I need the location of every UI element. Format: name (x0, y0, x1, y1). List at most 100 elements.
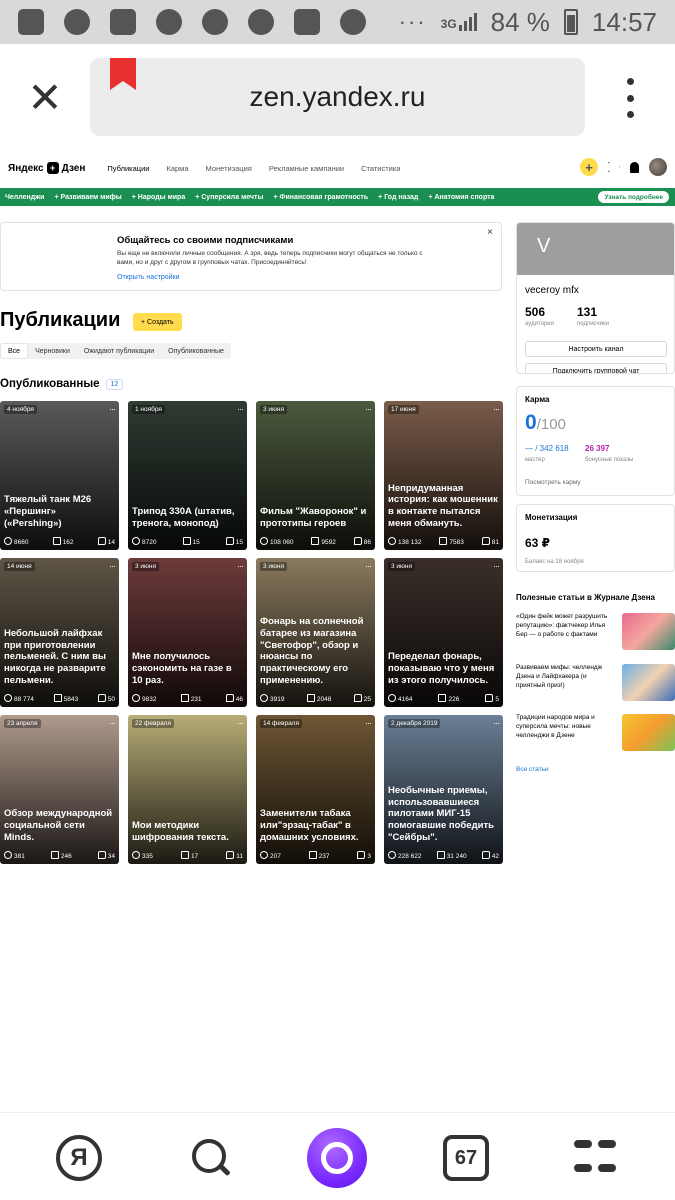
publication-card[interactable]: 4 ноября ··· Тяжелый танк М26 «Першинг» («… (0, 401, 119, 550)
challenge-item[interactable]: + Анатомия спорта (428, 194, 494, 201)
card-title: Небольшой лайфхак при приготовлении пель… (4, 627, 107, 687)
more-icon[interactable]: ··· (109, 561, 116, 571)
reads-count: 9592 (311, 537, 335, 546)
close-icon[interactable]: ✕ (22, 74, 68, 121)
avatar[interactable] (649, 158, 667, 176)
nav-publications[interactable]: Публикации (107, 164, 149, 173)
journal-item[interactable]: Традиции народов мира и суперсила мечты:… (516, 714, 675, 754)
nav-ad-campaigns[interactable]: Рекламные кампании (269, 164, 344, 173)
close-icon[interactable]: × (487, 227, 493, 238)
more-icon[interactable]: ··· (237, 404, 244, 414)
card-title: Непридуманная история: как мошенник в ко… (388, 482, 498, 530)
create-button[interactable]: + Создать (133, 313, 182, 331)
more-icon[interactable]: ··· (109, 718, 116, 728)
all-articles-link[interactable]: Все статьи (516, 766, 549, 773)
bookmark-icon[interactable] (110, 58, 136, 90)
publication-card[interactable]: 22 февраля ··· Мои методики шифрования тек… (128, 715, 247, 864)
publication-card[interactable]: 23 апреля ··· Обзор международной социальн… (0, 715, 119, 864)
more-icon[interactable]: ··· (493, 561, 500, 571)
views-count: 9832 (132, 694, 156, 703)
card-title: Обзор международной социальной сети Mind… (4, 808, 113, 844)
more-icon[interactable]: ··· (237, 561, 244, 571)
challenge-item[interactable]: + Финансовая грамотность (273, 194, 368, 201)
comments-count: 50 (98, 694, 115, 703)
publication-card[interactable]: 2 декабря 2019 ··· Необычные приемы, испол… (384, 715, 503, 864)
add-icon[interactable]: + (580, 158, 598, 176)
channel-avatar-letter: V (537, 235, 551, 257)
publication-card[interactable]: 3 июня ··· Фильм "Жаворонок" и прототипы г… (256, 401, 375, 550)
publication-card[interactable]: 14 февраля ··· Заменители табака или"эрзац… (256, 715, 375, 864)
journal-item-text: Традиции народов мира и суперсила мечты:… (516, 714, 595, 739)
zen-logo[interactable]: Яндекс + Дзен (8, 162, 85, 174)
views-count: 138 132 (388, 537, 422, 546)
comments-count: 46 (226, 694, 243, 703)
channel-settings-button[interactable]: Настроить канал (525, 341, 667, 357)
views-count: 8720 (132, 537, 156, 546)
publication-card[interactable]: 17 июня ··· Непридуманная история: как мош… (384, 401, 503, 550)
card-title: Фильм "Жаворонок" и прототипы героев (260, 506, 367, 530)
signal-icon (458, 13, 477, 31)
reads-count: 31 240 (437, 851, 467, 860)
tabs-count: 67 (454, 1146, 478, 1169)
journal-item[interactable]: Развиваем мифы: челлендж Дзена и Лайфхак… (516, 664, 675, 704)
logo-suffix: Дзен (61, 162, 86, 174)
more-icon[interactable]: ··· (365, 561, 372, 571)
subscribers-label: подписчики (577, 321, 609, 327)
karma-panel: Карма 0/100 — / 342 618 мастер 26 397 бо… (516, 386, 675, 496)
comments-count: 5 (485, 694, 499, 703)
more-icon[interactable]: ··· (109, 404, 116, 414)
filter-published[interactable]: Опубликованные (161, 343, 231, 359)
publication-card[interactable]: 3 июня ··· Переделал фонарь, показываю что… (384, 558, 503, 707)
card-date: 17 июня (388, 405, 419, 414)
address-bar[interactable]: zen.yandex.ru (90, 58, 585, 136)
learn-more-button[interactable]: Узнать подробнее (598, 191, 669, 203)
bell-icon[interactable] (630, 161, 639, 173)
karma-title: Карма (525, 395, 550, 404)
apps-grid-icon[interactable] (572, 1135, 618, 1181)
group-chat-button[interactable]: Подключить групповой чат (525, 363, 667, 373)
card-date: 4 ноября (4, 405, 37, 414)
card-stats: 228 622 31 240 42 (388, 851, 499, 860)
more-icon[interactable]: ··· (493, 404, 500, 414)
nav-monetization[interactable]: Монетизация (206, 164, 252, 173)
comments-count: 11 (226, 851, 243, 860)
more-icon[interactable]: ··· (237, 718, 244, 728)
journal-item[interactable]: «Один фейк может разрушить репутацию»: ф… (516, 613, 675, 653)
view-karma-link[interactable]: Посмотреть карму (525, 479, 581, 486)
more-icon[interactable]: ··· (365, 718, 372, 728)
publication-card[interactable]: 3 июня ··· Фонарь на солнечной батарее из … (256, 558, 375, 707)
more-icon[interactable]: ··· (493, 718, 500, 728)
filter-all[interactable]: Все (0, 343, 29, 359)
challenge-item[interactable]: + Суперсила мечты (195, 194, 263, 201)
challenge-item[interactable]: + Год назад (378, 194, 418, 201)
more-icon[interactable]: ··· (365, 404, 372, 414)
publication-card[interactable]: 3 июня ··· Мне получилось сэкономить на га… (128, 558, 247, 707)
nav-karma[interactable]: Карма (166, 164, 188, 173)
nav-statistics[interactable]: Статистика (361, 164, 400, 173)
globe-icon (340, 9, 366, 35)
open-settings-link[interactable]: Открыть настройки (117, 274, 180, 281)
challenge-item[interactable]: + Развиваем мифы (54, 194, 121, 201)
filter-pending[interactable]: Ожидают публикации (77, 343, 161, 359)
challenge-item[interactable]: + Народы мира (132, 194, 185, 201)
card-date: 2 декабря 2019 (388, 719, 441, 728)
published-heading: Опубликованные 12 (0, 378, 124, 390)
yandex-icon[interactable]: Я (56, 1135, 102, 1181)
zen-logo-icon: + (46, 162, 59, 174)
filter-drafts[interactable]: Черновики (28, 343, 77, 359)
journal-item-text: «Один фейк может разрушить репутацию»: ф… (516, 613, 608, 638)
tabs-icon[interactable]: 67 (443, 1135, 489, 1181)
publication-card[interactable]: 1 ноября ··· Трипод 330А (штатив, тренога,… (128, 401, 247, 550)
journal-image (622, 714, 675, 751)
views-count: 88 774 (4, 694, 34, 703)
channel-name[interactable]: veceroy mfx (525, 285, 579, 296)
alice-icon[interactable] (307, 1128, 367, 1188)
reads-count: 231 (181, 694, 202, 703)
send-icon[interactable] (608, 162, 620, 172)
search-icon[interactable] (186, 1135, 232, 1181)
audience-count: 506 (525, 305, 546, 319)
publication-grid: 4 ноября ··· Тяжелый танк М26 «Першинг» («… (0, 401, 503, 864)
browser-menu-icon[interactable] (618, 78, 642, 118)
journal-item-text: Развиваем мифы: челлендж Дзена и Лайфхак… (516, 664, 603, 689)
publication-card[interactable]: 14 июня ··· Небольшой лайфхак при приготов… (0, 558, 119, 707)
